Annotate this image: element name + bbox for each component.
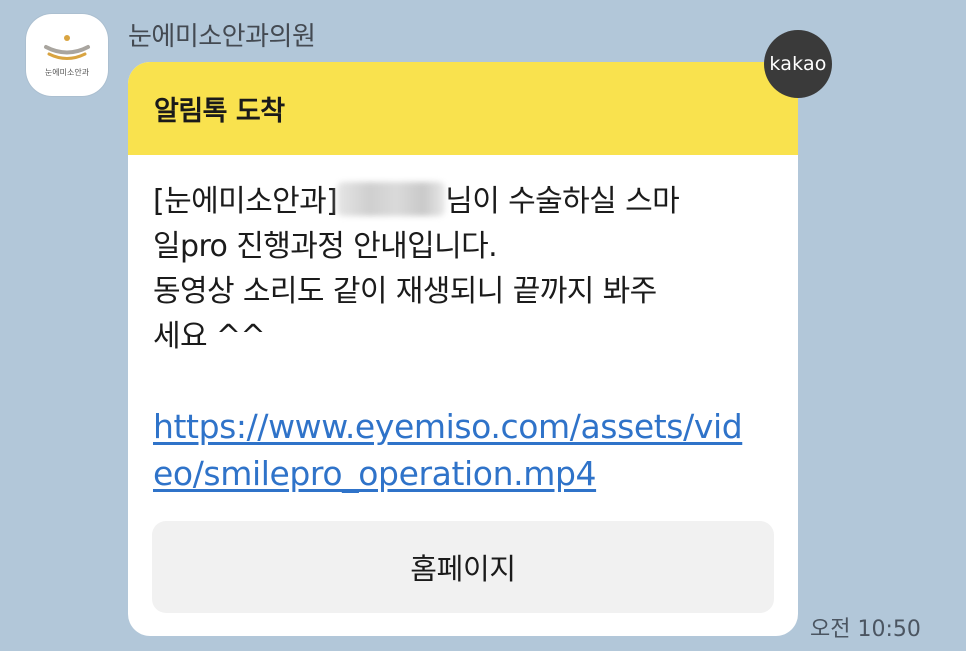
homepage-button[interactable]: 홈페이지 bbox=[152, 521, 774, 613]
message-body: [눈에미소안과] 님이 수술하실 스마 일pro 진행과정 안내입니다. 동영상 … bbox=[128, 155, 798, 498]
message-line-1-suffix: 님이 수술하실 스마 bbox=[445, 184, 680, 219]
message-header: 알림톡 도착 bbox=[128, 62, 798, 155]
message-line-2: 일pro 진행과정 안내입니다. bbox=[153, 229, 498, 264]
sender-name: 눈에미소안과의원 bbox=[128, 22, 316, 52]
kakao-badge: kakao bbox=[764, 30, 832, 98]
sender-avatar[interactable]: 눈에미소안과 bbox=[26, 14, 108, 96]
message-header-title: 알림톡 도착 bbox=[154, 96, 285, 127]
blurred-patient-name bbox=[337, 182, 446, 216]
clinic-tag: [눈에미소안과] bbox=[153, 184, 338, 219]
message-line-3: 동영상 소리도 같이 재생되니 끝까지 봐주 bbox=[153, 274, 657, 309]
alimtalk-message-bubble: 알림톡 도착 [눈에미소안과] 님이 수술하실 스마 일pro 진행과정 안내입니… bbox=[128, 62, 798, 636]
video-link[interactable]: https://www.eyemiso.com/assets/vid eo/sm… bbox=[153, 404, 770, 498]
avatar-logo-text: 눈에미소안과 bbox=[45, 67, 90, 77]
message-timestamp: 오전 10:50 bbox=[810, 617, 921, 642]
eye-smile-logo-icon: 눈에미소안과 bbox=[44, 35, 90, 77]
message-line-4: 세요 ^^ bbox=[153, 319, 266, 354]
video-link-line-2[interactable]: eo/smilepro_operation.mp4 bbox=[153, 454, 596, 493]
video-link-line-1[interactable]: https://www.eyemiso.com/assets/vid bbox=[153, 407, 743, 446]
message-line-1: [눈에미소안과] 님이 수술하실 스마 bbox=[153, 179, 770, 224]
